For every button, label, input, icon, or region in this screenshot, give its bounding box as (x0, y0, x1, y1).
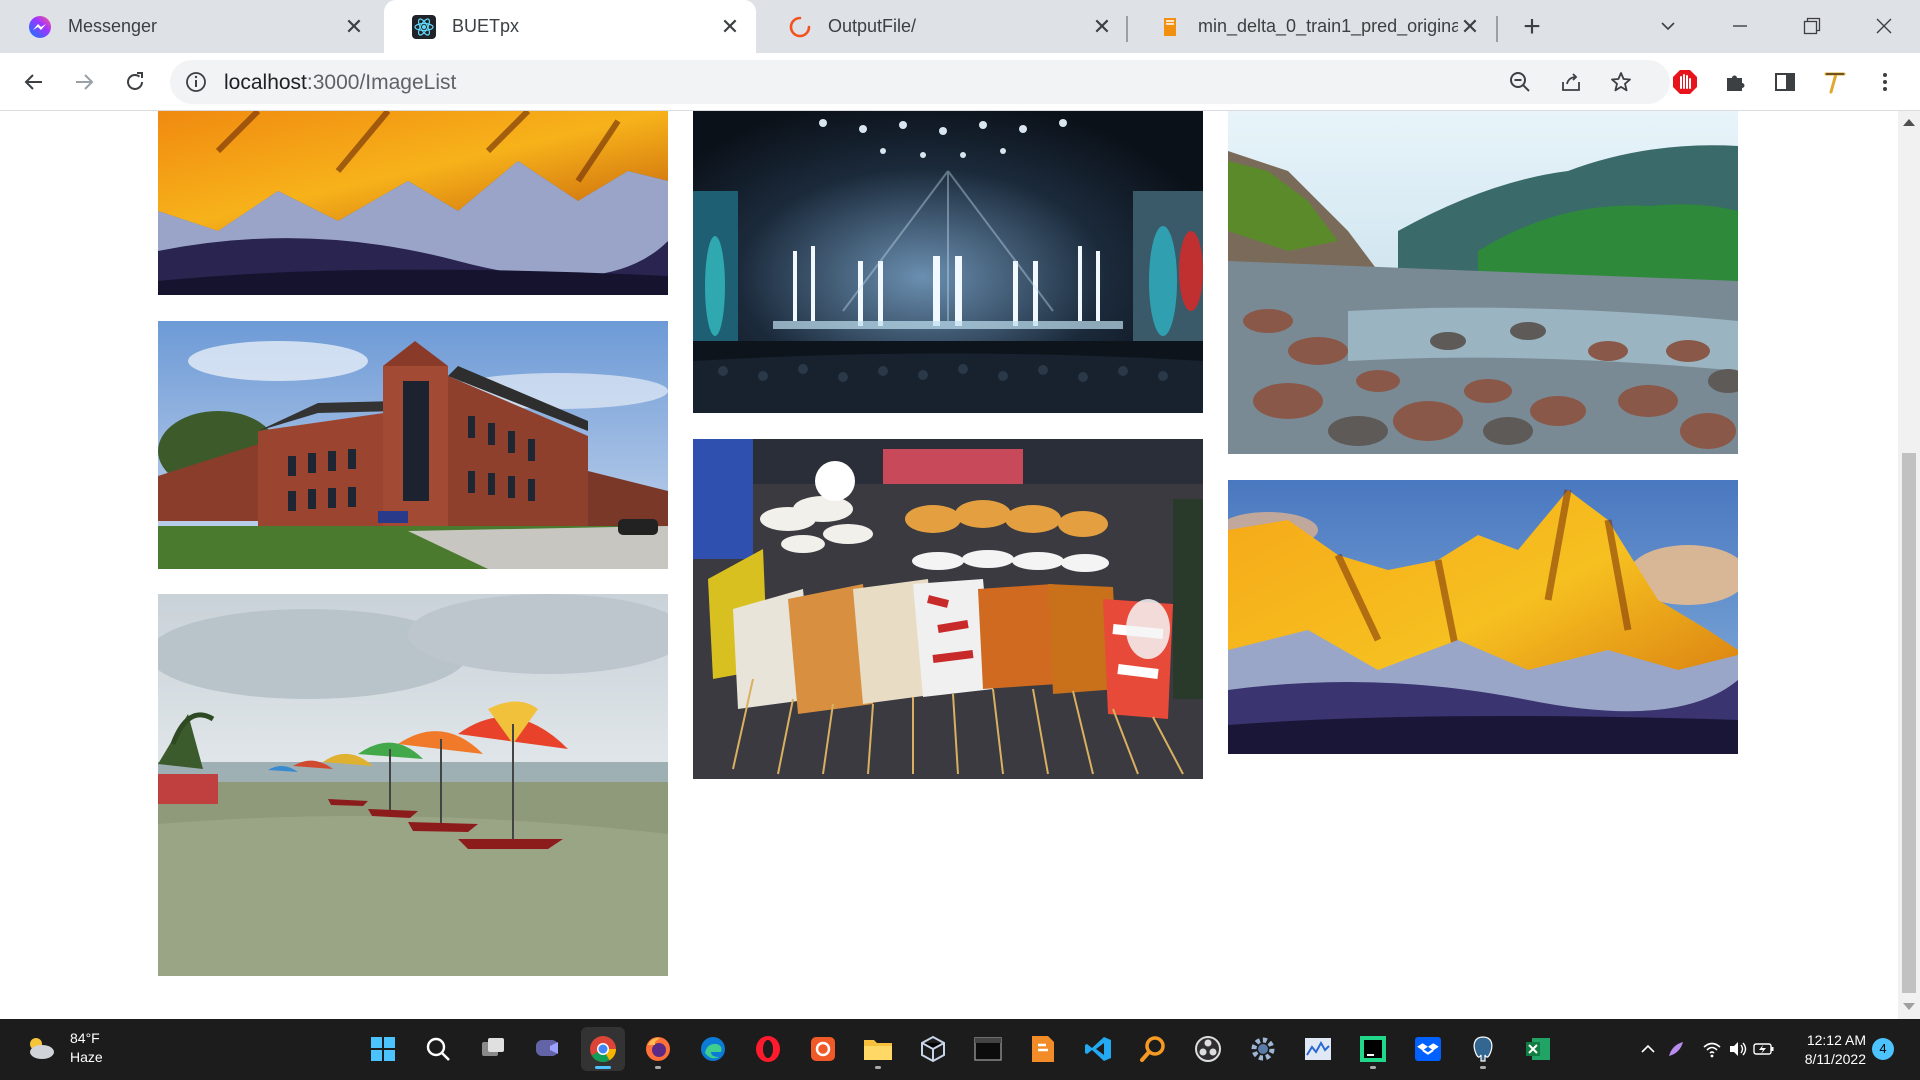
active-app-indicator (595, 1066, 611, 1069)
tab-title: Messenger (68, 16, 158, 36)
dropbox-icon[interactable] (1406, 1027, 1450, 1071)
url-text: localhost:3000/ImageList (224, 71, 456, 95)
close-window-icon[interactable] (1864, 8, 1904, 44)
gallery-image-golden-mountains[interactable] (1228, 480, 1738, 754)
browser-toolbar: localhost:3000/ImageList (0, 53, 1920, 111)
volume-icon[interactable] (1726, 1037, 1750, 1061)
firefox-icon[interactable] (636, 1027, 680, 1071)
file-explorer-icon[interactable] (856, 1027, 900, 1071)
scroll-down-arrow-icon[interactable] (1903, 1003, 1915, 1010)
obs-studio-icon[interactable] (1186, 1027, 1230, 1071)
scrollbar-thumb[interactable] (1902, 453, 1916, 993)
close-tab-icon[interactable]: ✕ (1458, 14, 1482, 39)
chevron-up-icon[interactable] (1636, 1037, 1660, 1061)
extensions-puzzle-icon[interactable] (1718, 65, 1752, 99)
system-clock[interactable]: 12:12 AM 8/11/2022 (1792, 1031, 1866, 1069)
close-tab-icon[interactable]: ✕ (342, 14, 366, 39)
close-tab-icon[interactable]: ✕ (718, 14, 742, 39)
gallery-image-beach-umbrellas[interactable] (158, 594, 668, 976)
gallery-image-concert-stage[interactable] (693, 111, 1203, 413)
tab-outputfile[interactable]: OutputFile/ ✕ (760, 0, 1128, 53)
tab-separator (1126, 16, 1128, 42)
forward-arrow-icon[interactable] (67, 65, 101, 99)
notebook-icon (1158, 15, 1182, 39)
bookmark-star-icon[interactable] (1607, 68, 1635, 96)
minimize-window-icon[interactable] (1720, 8, 1760, 44)
address-bar[interactable]: localhost:3000/ImageList (170, 60, 1670, 104)
tab-title: BUETpx (452, 16, 520, 36)
vscode-icon[interactable] (1076, 1027, 1120, 1071)
weather-condition: Haze (70, 1049, 103, 1065)
back-arrow-icon[interactable] (17, 65, 51, 99)
loading-spinner-icon (788, 15, 812, 39)
reload-icon[interactable] (118, 65, 152, 99)
running-app-indicator (1480, 1066, 1486, 1069)
tab-title: min_delta_0_train1_pred_original - (1198, 16, 1458, 36)
terminal-icon[interactable] (966, 1027, 1010, 1071)
resource-monitor-icon[interactable] (1296, 1027, 1340, 1071)
zoom-out-icon[interactable] (1506, 68, 1534, 96)
windows-taskbar: 84°F Haze 12:12 AM 8/11/2022 4 (0, 1019, 1920, 1080)
url-path: :3000/ImageList (306, 71, 457, 94)
gallery-image-brick-building[interactable] (158, 321, 668, 569)
weather-temperature: 84°F (70, 1030, 100, 1046)
notification-count-badge[interactable]: 4 (1872, 1038, 1894, 1060)
tab-buetpx[interactable]: BUETpx ✕ (384, 0, 756, 53)
tab-search-chevron-icon[interactable] (1648, 8, 1688, 44)
ad-blocker-extension-icon[interactable] (1668, 65, 1702, 99)
weather-widget[interactable]: 84°F Haze (24, 1029, 103, 1067)
tab-notebook[interactable]: min_delta_0_train1_pred_original - ✕ (1130, 0, 1496, 53)
browser-menu-icon[interactable] (1868, 65, 1902, 99)
site-info-icon[interactable] (184, 70, 208, 99)
gallery-image-mountain-top[interactable] (158, 111, 668, 295)
app-launcher-icon[interactable] (801, 1027, 845, 1071)
running-app-indicator (875, 1066, 881, 1069)
restore-window-icon[interactable] (1792, 8, 1832, 44)
pdf-reader-icon[interactable] (1021, 1027, 1065, 1071)
messenger-icon (28, 15, 52, 39)
scroll-up-arrow-icon[interactable] (1903, 119, 1915, 126)
pen-feather-icon[interactable] (1664, 1037, 1688, 1061)
settings-gear-icon[interactable] (1241, 1027, 1285, 1071)
tab-title: OutputFile/ (828, 16, 917, 36)
excel-icon[interactable] (1516, 1027, 1560, 1071)
postgresql-icon[interactable] (1461, 1027, 1505, 1071)
start-button[interactable] (361, 1027, 405, 1071)
running-app-indicator (1370, 1066, 1376, 1069)
search-tool-icon[interactable] (1131, 1027, 1175, 1071)
task-view-icon[interactable] (471, 1027, 515, 1071)
tab-strip: Messenger ✕ BUETpx ✕ OutputFile/ ✕ min_d… (0, 0, 1920, 53)
search-icon[interactable] (416, 1027, 460, 1071)
wifi-icon[interactable] (1700, 1037, 1724, 1061)
image-list-page (0, 111, 1898, 1019)
share-icon[interactable] (1557, 68, 1585, 96)
pycharm-icon[interactable] (1351, 1027, 1395, 1071)
side-panel-icon[interactable] (1768, 65, 1802, 99)
clock-date: 8/11/2022 (1804, 1051, 1866, 1067)
battery-charging-icon[interactable] (1752, 1037, 1776, 1061)
t-extension-icon[interactable] (1818, 65, 1852, 99)
edge-icon[interactable] (691, 1027, 735, 1071)
page-scrollbar[interactable] (1898, 111, 1920, 1019)
tab-separator (1496, 16, 1498, 42)
new-tab-button[interactable]: + (1515, 10, 1549, 44)
gallery-image-rocky-river[interactable] (1228, 111, 1738, 454)
hazy-weather-icon (30, 1038, 54, 1059)
tab-messenger[interactable]: Messenger ✕ (0, 0, 380, 53)
gallery-image-street-food[interactable] (693, 439, 1203, 779)
opera-icon[interactable] (746, 1027, 790, 1071)
clock-time: 12:12 AM (1806, 1032, 1866, 1048)
react-icon (412, 14, 436, 39)
url-host: localhost (224, 71, 307, 94)
virtualbox-icon[interactable] (911, 1027, 955, 1071)
close-tab-icon[interactable]: ✕ (1090, 14, 1114, 39)
running-app-indicator (655, 1066, 661, 1069)
chrome-taskbar-icon[interactable] (581, 1027, 625, 1071)
teams-chat-icon[interactable] (526, 1027, 570, 1071)
